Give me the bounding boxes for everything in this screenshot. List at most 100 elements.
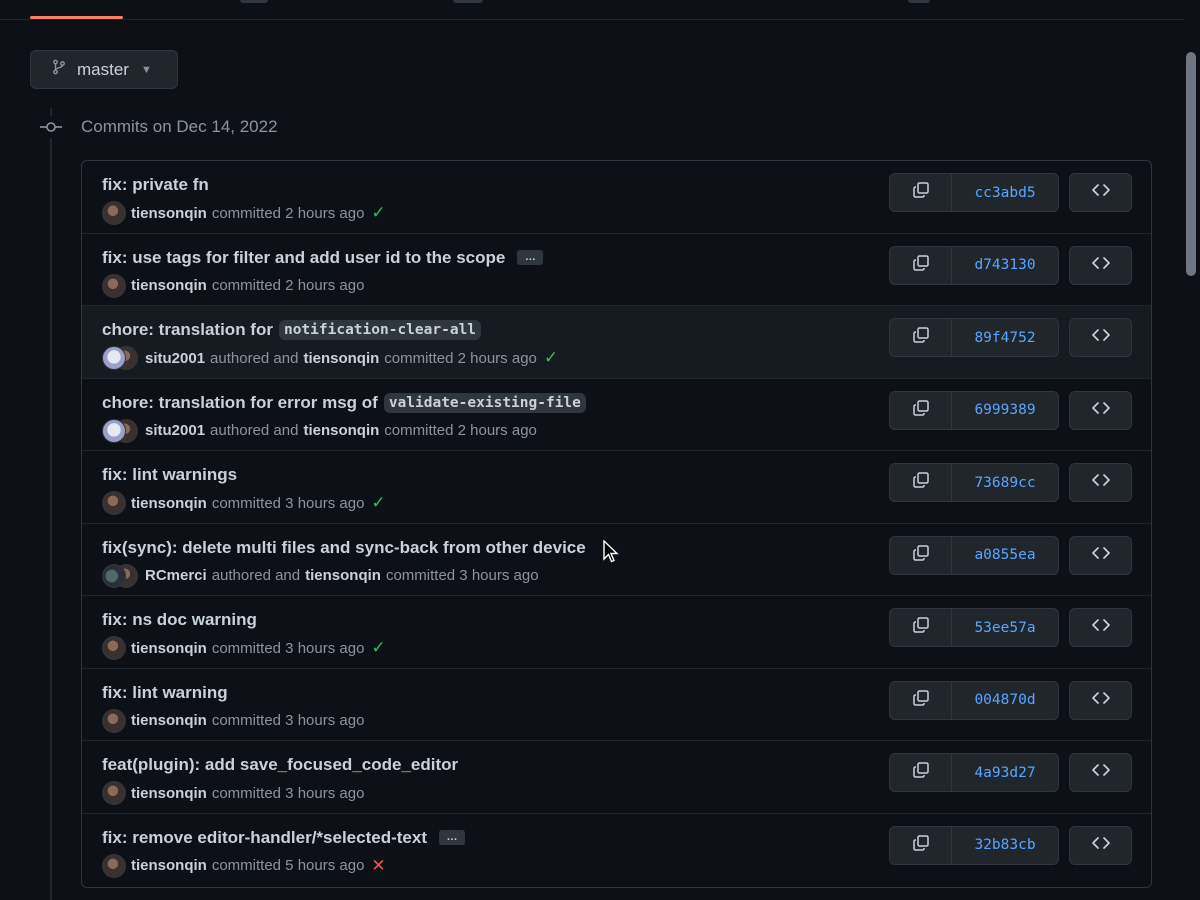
author-link[interactable]: tiensonqin bbox=[131, 712, 207, 729]
commit-row: fix: private fn tiensonqin committed 2 hou… bbox=[82, 161, 1151, 234]
author-link[interactable]: tiensonqin bbox=[131, 495, 207, 512]
scrollbar-thumb[interactable] bbox=[1186, 52, 1196, 276]
commit-title-link[interactable]: fix(sync): delete multi files and sync-b… bbox=[102, 538, 586, 558]
browse-repo-button[interactable] bbox=[1069, 463, 1132, 502]
tab-counter-stub bbox=[240, 0, 268, 3]
copy-sha-button[interactable] bbox=[890, 464, 952, 501]
commit-sha-link[interactable]: 32b83cb bbox=[952, 827, 1058, 864]
committer-link[interactable]: tiensonqin bbox=[305, 567, 381, 584]
avatar-stack[interactable] bbox=[102, 346, 140, 370]
commit-title-link[interactable]: fix: lint warning bbox=[102, 683, 228, 703]
commit-title-link[interactable]: fix: remove editor-handler/*selected-tex… bbox=[102, 828, 427, 848]
commit-sha-link[interactable]: 73689cc bbox=[952, 464, 1058, 501]
sha-button-group: 32b83cb bbox=[889, 825, 1059, 865]
commit-title-link[interactable]: chore: translation for bbox=[102, 320, 273, 340]
browse-repo-button[interactable] bbox=[1069, 535, 1132, 575]
avatar[interactable] bbox=[102, 708, 126, 733]
author-link[interactable]: tiensonqin bbox=[131, 277, 207, 294]
x-icon[interactable]: ✕ bbox=[371, 856, 385, 876]
commit-sha-link[interactable]: a0855ea bbox=[952, 537, 1058, 574]
expand-description-button[interactable]: … bbox=[517, 250, 544, 265]
commit-sha-link[interactable]: 004870d bbox=[952, 682, 1058, 719]
avatar[interactable] bbox=[102, 853, 126, 878]
copy-icon bbox=[911, 688, 931, 713]
avatar[interactable] bbox=[102, 418, 126, 443]
copy-sha-button[interactable] bbox=[890, 246, 952, 284]
code-icon bbox=[1090, 255, 1112, 276]
commit-time: committed 3 hours ago bbox=[211, 784, 365, 802]
avatar[interactable] bbox=[102, 636, 126, 660]
copy-sha-button[interactable] bbox=[890, 319, 952, 356]
copy-icon bbox=[911, 398, 931, 423]
commit-title-link[interactable]: fix: ns doc warning bbox=[102, 610, 257, 630]
avatar[interactable] bbox=[102, 201, 126, 225]
commit-sha-link[interactable]: cc3abd5 bbox=[952, 174, 1058, 211]
sha-button-group: 53ee57a bbox=[889, 608, 1059, 647]
avatar[interactable] bbox=[102, 491, 126, 515]
commit-row: fix: use tags for filter and add user id… bbox=[82, 234, 1151, 306]
check-icon[interactable]: ✓ bbox=[371, 203, 385, 223]
author-link[interactable]: situ2001 bbox=[145, 422, 205, 439]
author-link[interactable]: situ2001 bbox=[145, 350, 205, 367]
chevron-down-icon: ▼ bbox=[140, 63, 152, 76]
copy-sha-button[interactable] bbox=[890, 536, 952, 574]
commit-time: committed 2 hours ago bbox=[211, 204, 365, 222]
commit-sha-link[interactable]: d743130 bbox=[952, 247, 1058, 284]
expand-description-button[interactable]: … bbox=[438, 830, 465, 845]
copy-sha-button[interactable] bbox=[890, 391, 952, 429]
commit-meta: tiensonqin committed 2 hours ago ✓ bbox=[102, 201, 386, 225]
browse-repo-button[interactable] bbox=[1069, 173, 1132, 212]
branch-select-button[interactable]: master ▼ bbox=[30, 50, 178, 89]
commit-sha-link[interactable]: 4a93d27 bbox=[952, 754, 1058, 791]
check-icon[interactable]: ✓ bbox=[371, 493, 385, 513]
commit-meta: tiensonqin committed 3 hours ago ✓ bbox=[102, 636, 386, 660]
avatar[interactable] bbox=[102, 781, 126, 805]
avatar[interactable] bbox=[102, 273, 126, 298]
commit-sha-link[interactable]: 89f4752 bbox=[952, 319, 1058, 356]
check-icon[interactable]: ✓ bbox=[371, 638, 385, 658]
timeline-line bbox=[50, 108, 52, 900]
copy-sha-button[interactable] bbox=[890, 174, 952, 211]
avatar[interactable] bbox=[102, 346, 126, 370]
commit-title-link[interactable]: feat(plugin): add save_focused_code_edit… bbox=[102, 755, 458, 775]
browse-repo-button[interactable] bbox=[1069, 318, 1132, 357]
commit-title-code[interactable]: notification-clear-all bbox=[278, 320, 482, 340]
browse-repo-button[interactable] bbox=[1069, 245, 1132, 285]
browse-repo-button[interactable] bbox=[1069, 753, 1132, 792]
commit-title-link[interactable]: fix: private fn bbox=[102, 175, 209, 195]
author-link[interactable]: tiensonqin bbox=[131, 205, 207, 222]
committer-link[interactable]: tiensonqin bbox=[303, 350, 379, 367]
browse-repo-button[interactable] bbox=[1069, 608, 1132, 647]
copy-sha-button[interactable] bbox=[890, 754, 952, 791]
author-link[interactable]: RCmerci bbox=[145, 567, 207, 584]
commit-title: fix(sync): delete multi files and sync-b… bbox=[102, 538, 586, 558]
copy-sha-button[interactable] bbox=[890, 826, 952, 864]
browse-repo-button[interactable] bbox=[1069, 390, 1132, 430]
commit-time: committed 2 hours ago bbox=[384, 349, 537, 367]
code-icon bbox=[1090, 182, 1112, 203]
commit-row: fix: lint warning tiensonqin committed 3 h… bbox=[82, 669, 1151, 741]
copy-sha-button[interactable] bbox=[890, 609, 952, 646]
browse-repo-button[interactable] bbox=[1069, 680, 1132, 720]
commit-title-link[interactable]: fix: use tags for filter and add user id… bbox=[102, 248, 505, 268]
author-link[interactable]: tiensonqin bbox=[131, 640, 207, 657]
commit-sha-link[interactable]: 53ee57a bbox=[952, 609, 1058, 646]
code-icon bbox=[1090, 472, 1112, 493]
author-link[interactable]: tiensonqin bbox=[131, 857, 207, 874]
committer-link[interactable]: tiensonqin bbox=[303, 422, 379, 439]
copy-sha-button[interactable] bbox=[890, 681, 952, 719]
avatar[interactable] bbox=[102, 563, 126, 588]
commit-sha-link[interactable]: 6999389 bbox=[952, 392, 1058, 429]
commit-title-code[interactable]: validate-existing-file bbox=[383, 392, 586, 413]
check-icon[interactable]: ✓ bbox=[544, 348, 558, 368]
commit-title-link[interactable]: chore: translation for error msg of bbox=[102, 393, 378, 413]
avatar-stack[interactable] bbox=[102, 418, 140, 443]
commit-title-link[interactable]: fix: lint warnings bbox=[102, 465, 237, 485]
commit-meta: RCmerci authored and tiensonqin committed 3… bbox=[102, 563, 539, 588]
browse-repo-button[interactable] bbox=[1069, 825, 1132, 865]
mouse-cursor-icon bbox=[603, 539, 619, 569]
commit-meta: tiensonqin committed 2 hours ago bbox=[102, 273, 364, 298]
commit-time: committed 3 hours ago bbox=[211, 494, 365, 512]
author-link[interactable]: tiensonqin bbox=[131, 785, 207, 802]
avatar-stack[interactable] bbox=[102, 563, 140, 588]
